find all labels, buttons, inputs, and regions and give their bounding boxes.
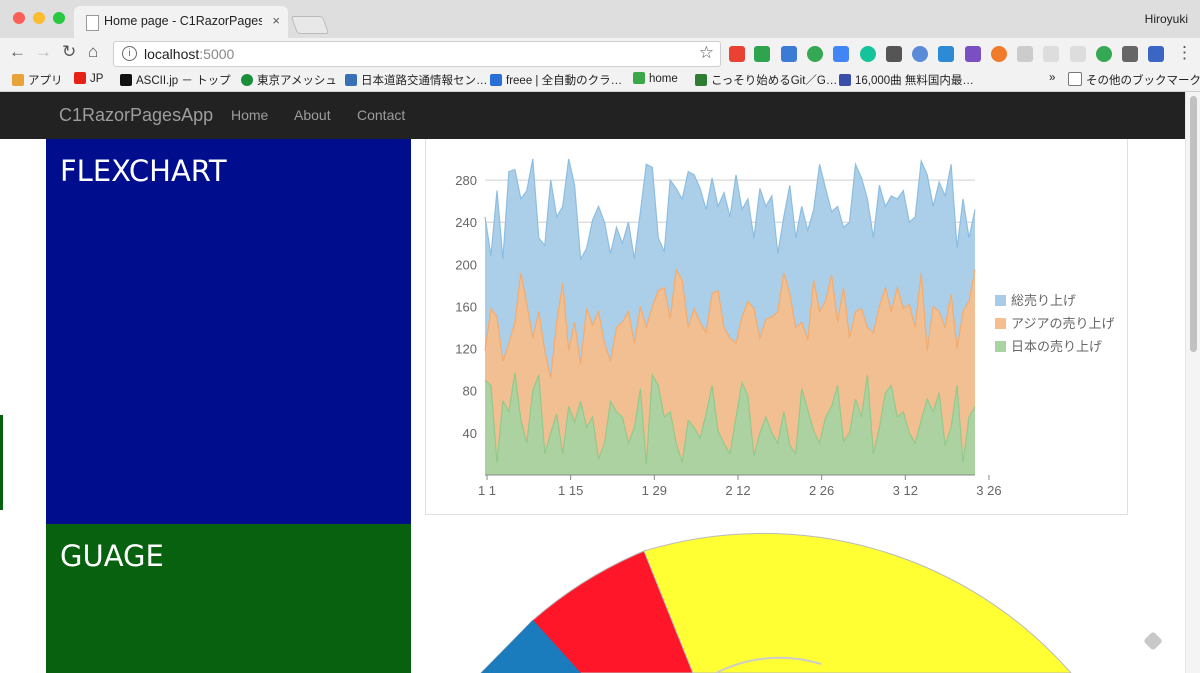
x-tick-label: 1 1 bbox=[478, 483, 496, 498]
info-icon[interactable]: i bbox=[122, 46, 137, 61]
legend-swatch bbox=[995, 341, 1006, 352]
rss-extension-icon[interactable] bbox=[1043, 46, 1059, 62]
x-tick-label: 2 12 bbox=[725, 483, 750, 498]
grammar-extension-icon[interactable] bbox=[860, 46, 876, 62]
browser-tab-strip: Home page - C1RazorPagesApp × Hiroyuki bbox=[0, 0, 1200, 38]
maximize-window-button[interactable] bbox=[53, 12, 65, 24]
url-host: localhost bbox=[144, 46, 200, 62]
other-bookmarks-folder[interactable]: その他のブックマーク bbox=[1068, 72, 1200, 88]
tab-close-icon[interactable]: × bbox=[272, 13, 280, 28]
close-window-button[interactable] bbox=[13, 12, 25, 24]
bookmarks-bar: アプリ JP ASCII.jp － トップ 東京アメッシュ 日本道路交通情報セン… bbox=[0, 68, 1200, 92]
bookmark-apps[interactable]: アプリ bbox=[12, 72, 63, 88]
minimize-window-button[interactable] bbox=[33, 12, 45, 24]
y-tick-label: 280 bbox=[455, 173, 477, 188]
evernote-extension-icon[interactable] bbox=[886, 46, 902, 62]
x-tick-label: 3 12 bbox=[893, 483, 918, 498]
forward-button[interactable]: → bbox=[35, 42, 52, 62]
y-tick-label: 160 bbox=[455, 299, 477, 314]
back-button[interactable]: ← bbox=[9, 42, 26, 62]
browser-menu-icon[interactable]: ⋮ bbox=[1176, 43, 1193, 63]
gmail-extension-icon[interactable] bbox=[729, 46, 745, 62]
gauge-chart[interactable] bbox=[411, 524, 1185, 673]
extension-icon[interactable] bbox=[938, 46, 954, 62]
home-button[interactable]: ⌂ bbox=[88, 42, 98, 62]
scrollbar-thumb[interactable] bbox=[1190, 96, 1197, 352]
extension-icon[interactable] bbox=[1148, 46, 1164, 62]
page-icon bbox=[86, 15, 99, 31]
bookmark-git[interactable]: こっそり始めるGit／G… bbox=[695, 72, 837, 88]
ascii-icon bbox=[120, 74, 132, 86]
x-tick-label: 3 26 bbox=[976, 483, 1001, 498]
page-scrollbar[interactable] bbox=[1185, 92, 1200, 673]
bookmark-amesh[interactable]: 東京アメッシュ bbox=[241, 72, 337, 88]
onenote-extension-icon[interactable] bbox=[965, 46, 981, 62]
translate-extension-icon[interactable] bbox=[833, 46, 849, 62]
extension-icon[interactable] bbox=[991, 46, 1007, 62]
url-text: localhost:5000 bbox=[144, 46, 234, 62]
address-bar[interactable]: i localhost:5000 ☆ bbox=[113, 41, 721, 67]
legend-label: 総売り上げ bbox=[1011, 293, 1076, 309]
freee-icon bbox=[490, 74, 502, 86]
site-brand-link[interactable]: C1RazorPagesApp bbox=[59, 105, 213, 126]
at-icon bbox=[695, 74, 707, 86]
bookmarks-overflow-button[interactable]: » bbox=[1049, 72, 1055, 84]
x-tick-label: 1 15 bbox=[558, 483, 583, 498]
tab-title: Home page - C1RazorPagesApp bbox=[104, 14, 262, 28]
legend-label: 日本の売り上げ bbox=[1011, 339, 1102, 355]
bookmark-jp[interactable]: JP bbox=[74, 72, 103, 85]
url-port: :5000 bbox=[199, 46, 235, 62]
bookmark-star-icon[interactable]: ☆ bbox=[699, 43, 714, 63]
left-edge-strip bbox=[0, 415, 3, 510]
gauge-segment-yellow bbox=[643, 532, 1072, 673]
gauge-title: GUAGE bbox=[60, 539, 164, 573]
folder-icon bbox=[1068, 72, 1082, 86]
gauge-container bbox=[411, 524, 1185, 673]
amesh-icon bbox=[241, 74, 253, 86]
nav-contact-link[interactable]: Contact bbox=[357, 107, 405, 123]
nav-home-link[interactable]: Home bbox=[231, 107, 268, 123]
bookmark-ascii[interactable]: ASCII.jp － トップ bbox=[120, 72, 231, 88]
nav-about-link[interactable]: About bbox=[294, 107, 331, 123]
flexchart-panel: FLEXCHART bbox=[46, 139, 411, 524]
bookmark-home[interactable]: home bbox=[633, 72, 678, 85]
music-icon bbox=[839, 74, 851, 86]
extension-icon[interactable] bbox=[1122, 46, 1138, 62]
reload-button[interactable]: ↻ bbox=[62, 42, 76, 62]
bookmark-traffic[interactable]: 日本道路交通情報セン… bbox=[345, 72, 488, 88]
extension-icon[interactable] bbox=[807, 46, 823, 62]
extension-icon[interactable] bbox=[1017, 46, 1033, 62]
profile-name[interactable]: Hiroyuki bbox=[1145, 12, 1188, 26]
extension-icon[interactable] bbox=[781, 46, 797, 62]
area-chart[interactable]: 40 80 120 160 200 240 280 1 1 1 15 1 29 2 12 2 26 3 … bbox=[426, 139, 1127, 514]
bookmark-freee[interactable]: freee | 全自動のクラ… bbox=[490, 72, 622, 88]
bookmark-music[interactable]: 16,000曲 無料国内最… bbox=[839, 72, 974, 88]
y-tick-label: 40 bbox=[463, 426, 477, 441]
y-tick-label: 240 bbox=[455, 215, 477, 230]
site-navbar: C1RazorPagesApp Home About Contact bbox=[0, 92, 1185, 139]
watermark-icon bbox=[1144, 632, 1162, 650]
legend-swatch bbox=[995, 295, 1006, 306]
x-tick-label: 2 26 bbox=[809, 483, 834, 498]
x-tick-label: 1 29 bbox=[642, 483, 667, 498]
y-tick-label: 80 bbox=[463, 384, 477, 399]
y-tick-label: 200 bbox=[455, 257, 477, 272]
legend-label: アジアの売り上げ bbox=[1011, 316, 1114, 332]
browser-tab[interactable]: Home page - C1RazorPagesApp × bbox=[74, 6, 288, 38]
extension-icon[interactable] bbox=[754, 46, 770, 62]
legend-swatch bbox=[995, 318, 1006, 329]
flexchart-container: 40 80 120 160 200 240 280 1 1 1 15 1 29 2 12 2 26 3 … bbox=[425, 139, 1128, 515]
gauge-panel: GUAGE bbox=[46, 524, 411, 673]
traffic-icon bbox=[345, 74, 357, 86]
y-tick-label: 120 bbox=[455, 342, 477, 357]
flexchart-title: FLEXCHART bbox=[60, 154, 227, 188]
new-tab-button[interactable] bbox=[290, 16, 330, 34]
extension-icon[interactable] bbox=[912, 46, 928, 62]
apps-icon bbox=[12, 74, 24, 86]
feedly-icon bbox=[633, 72, 645, 84]
extension-icon[interactable] bbox=[1070, 46, 1086, 62]
grammarly-extension-icon[interactable] bbox=[1096, 46, 1112, 62]
youtube-icon bbox=[74, 72, 86, 84]
